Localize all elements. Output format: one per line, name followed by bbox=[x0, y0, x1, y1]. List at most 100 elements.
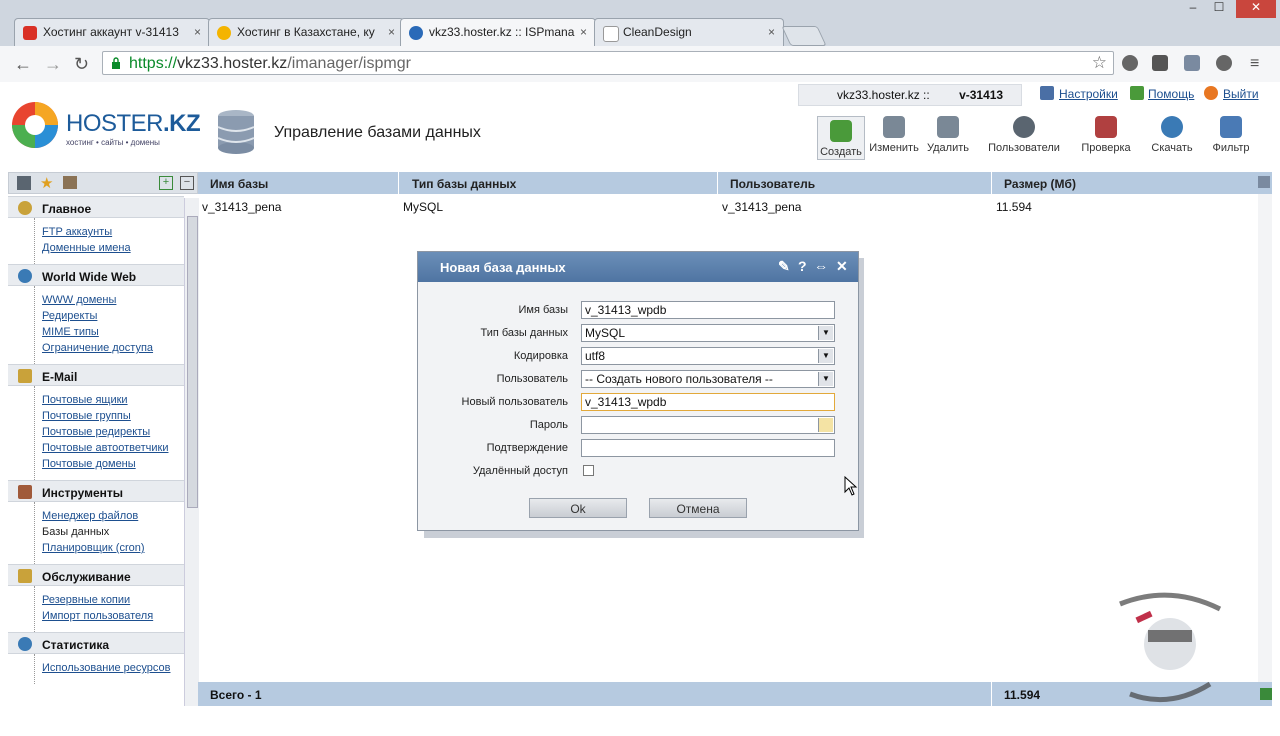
forward-icon[interactable]: → bbox=[44, 54, 62, 75]
charset-select[interactable]: utf8 ▼ bbox=[581, 347, 835, 365]
favorites-star-icon[interactable]: ★ bbox=[40, 174, 53, 192]
sidebar-item-autoresponders[interactable]: Почтовые автоответчики bbox=[42, 440, 184, 456]
ok-button[interactable]: Ok bbox=[529, 498, 627, 518]
sidebar-item-domains[interactable]: Доменные имена bbox=[42, 240, 184, 256]
users-button[interactable]: Пользователи bbox=[986, 116, 1062, 160]
column-divider bbox=[398, 172, 399, 194]
sidebar-item-resources[interactable]: Использование ресурсов bbox=[42, 660, 184, 676]
sidebar-item-cron[interactable]: Планировщик (cron) bbox=[42, 540, 184, 556]
user-select[interactable]: -- Создать нового пользователя -- ▼ bbox=[581, 370, 835, 388]
browser-tab-1[interactable]: Хостинг аккаунт v-31413 × bbox=[14, 18, 210, 46]
chevron-down-icon[interactable]: ▼ bbox=[818, 326, 833, 340]
menu-icon[interactable]: ≡ bbox=[1250, 55, 1259, 73]
sidebar-item-mailboxes[interactable]: Почтовые ящики bbox=[42, 392, 184, 408]
pin-icon[interactable]: ✎ bbox=[778, 258, 790, 275]
column-header-type[interactable]: Тип базы данных bbox=[412, 177, 516, 191]
extension-window-icon[interactable] bbox=[1184, 55, 1200, 71]
column-settings-icon[interactable] bbox=[1258, 176, 1270, 188]
sidebar-item-ftp[interactable]: FTP аккаунты bbox=[42, 224, 184, 240]
page-icon bbox=[603, 26, 619, 42]
sidebar-item-backups[interactable]: Резервные копии bbox=[42, 592, 184, 608]
cancel-button[interactable]: Отмена bbox=[649, 498, 747, 518]
sidebar-section-header[interactable]: E-Mail bbox=[8, 364, 184, 386]
check-button[interactable]: Проверка bbox=[1078, 116, 1134, 160]
collapse-all-icon[interactable]: − bbox=[180, 176, 194, 190]
bookmark-star-icon[interactable]: ☆ bbox=[1092, 53, 1107, 73]
filter-button[interactable]: Фильтр bbox=[1208, 116, 1254, 160]
list-view-icon[interactable] bbox=[17, 176, 31, 190]
export-icon[interactable] bbox=[1260, 688, 1272, 700]
cell-db-type: MySQL bbox=[403, 200, 444, 214]
sidebar-section-header[interactable]: World Wide Web bbox=[8, 264, 184, 286]
users-icon bbox=[1013, 116, 1035, 138]
table-row[interactable]: v_31413_pena MySQL v_31413_pena 11.594 bbox=[198, 196, 1258, 216]
help-link[interactable]: Помощь bbox=[1148, 87, 1194, 101]
sidebar-item-mail-domains[interactable]: Почтовые домены bbox=[42, 456, 184, 472]
reload-icon[interactable]: ↻ bbox=[74, 54, 89, 75]
maintenance-icon bbox=[18, 569, 32, 583]
close-icon[interactable]: × bbox=[194, 25, 201, 39]
browser-tab-2[interactable]: Хостинг в Казахстане, ку × bbox=[208, 18, 404, 46]
browser-tab-4[interactable]: CleanDesign × bbox=[594, 18, 784, 46]
settings-link[interactable]: Настройки bbox=[1059, 87, 1118, 101]
close-icon[interactable]: × bbox=[388, 25, 395, 39]
extension-puzzle-icon[interactable] bbox=[1152, 55, 1168, 71]
logout-link[interactable]: Выйти bbox=[1223, 87, 1259, 101]
sidebar-item-access[interactable]: Ограничение доступа bbox=[42, 340, 184, 356]
db-type-select[interactable]: MySQL ▼ bbox=[581, 324, 835, 342]
sidebar-section-header[interactable]: Статистика bbox=[8, 632, 184, 654]
close-icon[interactable]: ✕ bbox=[836, 258, 848, 275]
generate-password-icon[interactable] bbox=[818, 418, 833, 432]
edit-label: Изменить bbox=[869, 142, 919, 154]
create-button[interactable]: Создать bbox=[817, 116, 865, 160]
confirm-input[interactable] bbox=[581, 439, 835, 457]
scrollbar-thumb[interactable] bbox=[187, 216, 198, 508]
maximize-icon[interactable]: ☐ bbox=[1206, 0, 1232, 18]
chevron-down-icon[interactable]: ▼ bbox=[818, 372, 833, 386]
browser-tab-3[interactable]: vkz33.hoster.kz :: ISPmana × bbox=[400, 18, 596, 46]
expand-all-icon[interactable]: + bbox=[159, 176, 173, 190]
lock-icon bbox=[112, 57, 120, 69]
close-icon[interactable]: × bbox=[580, 25, 587, 39]
help-icon[interactable]: ? bbox=[798, 258, 807, 274]
new-user-input[interactable]: v_31413_wpdb bbox=[581, 393, 835, 411]
new-tab-button[interactable] bbox=[781, 26, 827, 46]
minimize-icon[interactable]: – bbox=[1180, 0, 1206, 18]
gmail-icon bbox=[23, 26, 37, 40]
sidebar-section-header[interactable]: Обслуживание bbox=[8, 564, 184, 586]
db-name-label: Имя базы bbox=[518, 304, 568, 316]
sidebar-item-redirects[interactable]: Редиректы bbox=[42, 308, 184, 324]
sidebar-scrollbar[interactable] bbox=[184, 198, 199, 706]
download-button[interactable]: Скачать bbox=[1146, 116, 1198, 160]
sidebar-item-mail-redirects[interactable]: Почтовые редиректы bbox=[42, 424, 184, 440]
window-close-icon[interactable]: ✕ bbox=[1236, 0, 1276, 18]
column-header-size[interactable]: Размер (Мб) bbox=[1004, 177, 1076, 191]
edit-button[interactable]: Изменить bbox=[866, 116, 922, 160]
chevron-down-icon[interactable]: ▼ bbox=[818, 349, 833, 363]
address-bar[interactable]: https://vkz33.hoster.kz/imanager/ispmgr … bbox=[102, 51, 1114, 75]
briefcase-icon[interactable] bbox=[63, 176, 77, 189]
sidebar-section-header[interactable]: Главное bbox=[8, 196, 184, 218]
extension-circle-icon[interactable] bbox=[1216, 55, 1232, 71]
password-label: Пароль bbox=[529, 419, 568, 431]
password-input[interactable] bbox=[581, 416, 835, 434]
remote-access-checkbox[interactable] bbox=[583, 465, 594, 476]
close-icon[interactable]: × bbox=[768, 25, 775, 39]
table-scrollbar[interactable] bbox=[1258, 194, 1272, 682]
sidebar-item-www-domains[interactable]: WWW домены bbox=[42, 292, 184, 308]
dialog-title-bar[interactable]: Новая база данных ✎ ? ⇔ ✕ bbox=[418, 252, 858, 282]
ninja-watermark-icon bbox=[1119, 592, 1222, 703]
sidebar-item-mime[interactable]: MIME типы bbox=[42, 324, 184, 340]
delete-button[interactable]: Удалить bbox=[922, 116, 974, 160]
sidebar-item-mail-groups[interactable]: Почтовые группы bbox=[42, 408, 184, 424]
column-header-user[interactable]: Пользователь bbox=[730, 177, 815, 191]
extension-clock-icon[interactable] bbox=[1122, 55, 1138, 71]
column-header-name[interactable]: Имя базы bbox=[210, 177, 268, 191]
sidebar-item-databases[interactable]: Базы данных bbox=[42, 524, 184, 540]
back-icon[interactable]: ← bbox=[14, 54, 32, 75]
db-name-input[interactable]: v_31413_wpdb bbox=[581, 301, 835, 319]
expand-icon[interactable]: ⇔ bbox=[814, 258, 828, 274]
sidebar-item-import-user[interactable]: Импорт пользователя bbox=[42, 608, 184, 624]
sidebar-item-file-manager[interactable]: Менеджер файлов bbox=[42, 508, 184, 524]
sidebar-section-header[interactable]: Инструменты bbox=[8, 480, 184, 502]
